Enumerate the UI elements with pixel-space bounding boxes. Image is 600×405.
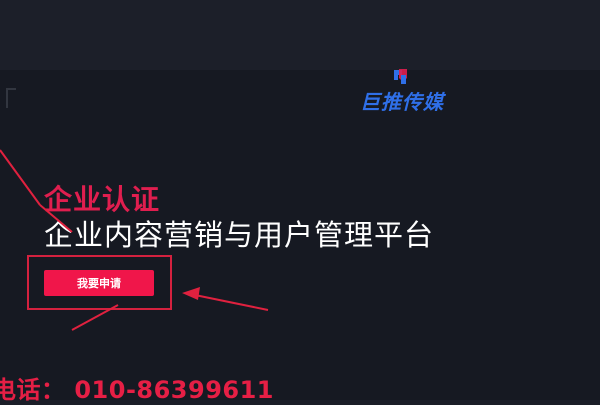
annotation-line-left — [0, 149, 41, 206]
annotation-line-lower — [71, 304, 119, 331]
arrow-shaft — [189, 293, 269, 311]
annotation-line-left-upper — [39, 204, 73, 233]
annotation-overlay — [0, 149, 269, 331]
arrow-head-icon — [182, 287, 200, 300]
